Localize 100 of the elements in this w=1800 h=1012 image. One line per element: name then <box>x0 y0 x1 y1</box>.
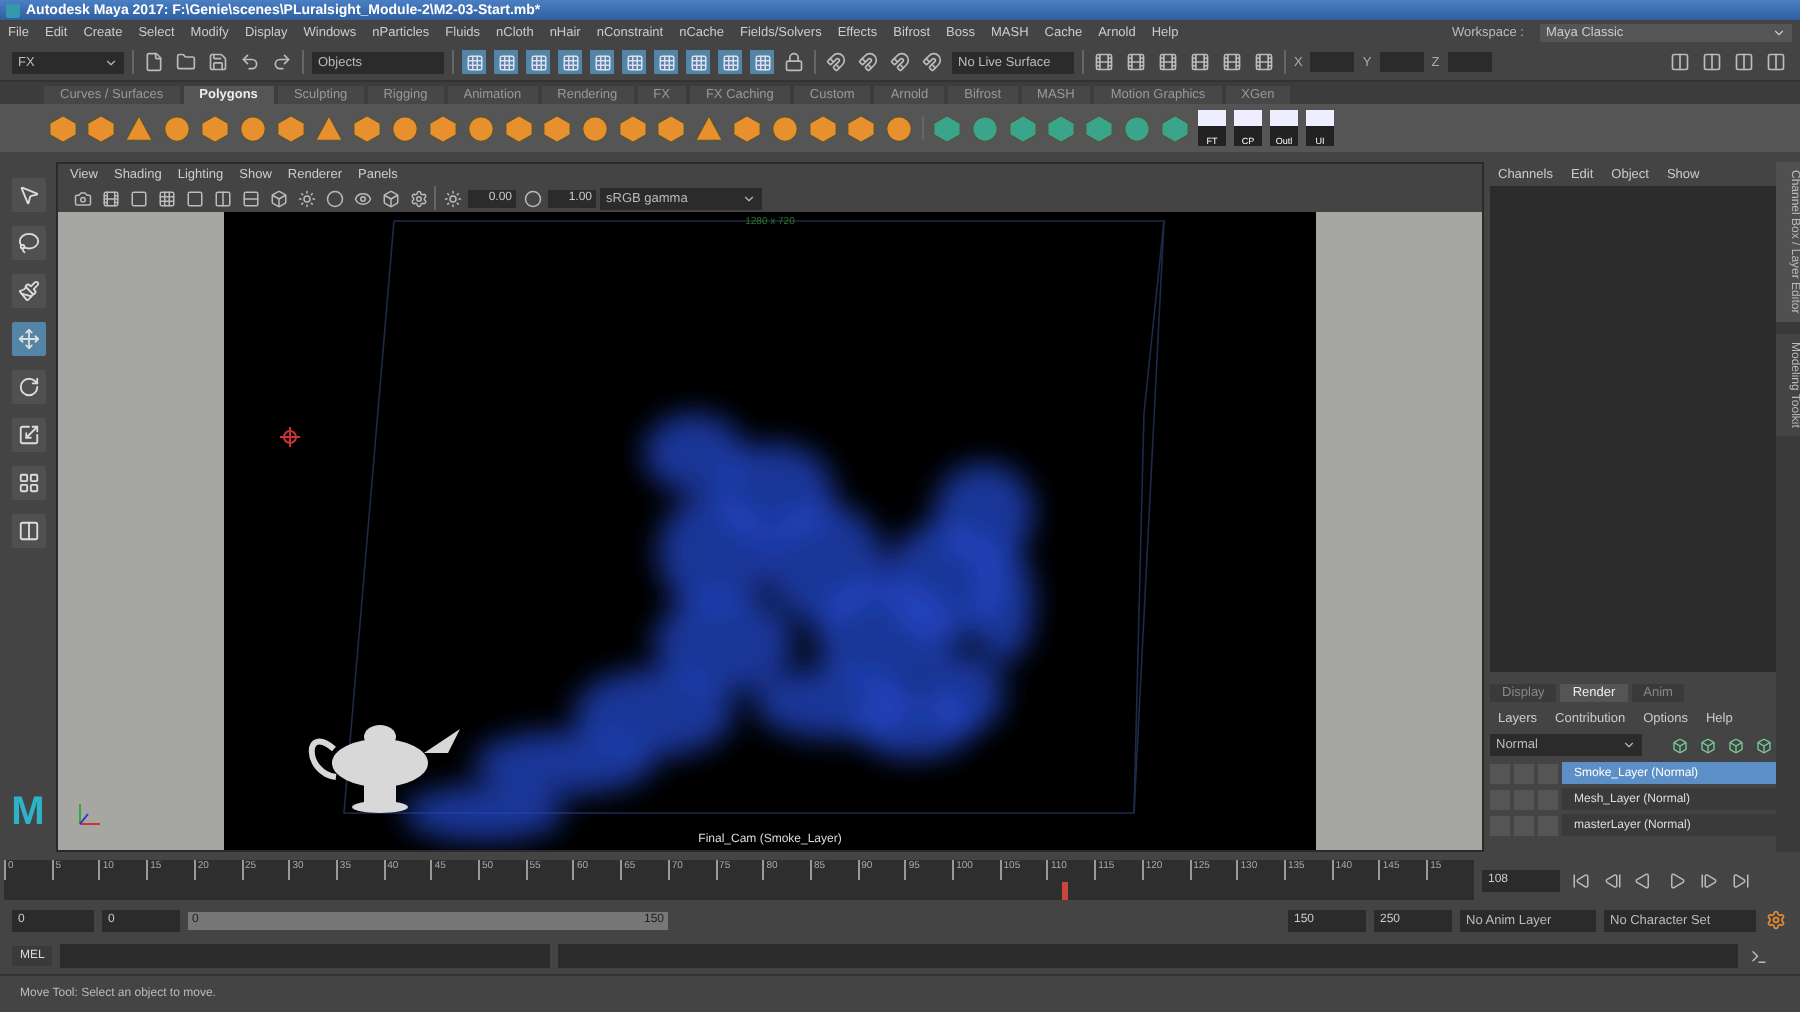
sphere-icon[interactable] <box>162 113 192 143</box>
layer-action-icon[interactable] <box>1696 734 1720 758</box>
selection-mask-icon[interactable] <box>494 50 518 74</box>
layer-action-icon[interactable] <box>1724 734 1748 758</box>
cube-icon[interactable] <box>48 113 78 143</box>
viewport-tool-icon[interactable] <box>406 186 430 210</box>
step-back-icon[interactable] <box>1600 868 1624 892</box>
scale-icon[interactable] <box>11 418 45 452</box>
cube-icon[interactable] <box>542 113 572 143</box>
rotate-icon[interactable] <box>11 370 45 404</box>
viewport-tool-icon[interactable] <box>154 186 178 210</box>
command-field[interactable] <box>60 944 551 968</box>
panel-toggle-icon[interactable] <box>1764 50 1788 74</box>
sphere-icon[interactable] <box>770 113 800 143</box>
axis-icon <box>74 802 102 830</box>
maya-logo: M <box>11 790 45 836</box>
redo-icon[interactable] <box>270 50 294 74</box>
playhead[interactable] <box>1062 882 1069 900</box>
cube-icon[interactable] <box>352 113 382 143</box>
layout-grid-icon[interactable] <box>11 466 45 500</box>
sphere-icon[interactable] <box>884 113 914 143</box>
crosshair-icon <box>279 426 301 448</box>
cube-icon[interactable] <box>732 113 762 143</box>
viewport-tool-icon[interactable] <box>98 186 122 210</box>
coordinate-field[interactable] <box>1310 52 1355 72</box>
panel-toggle-icon[interactable] <box>1668 50 1692 74</box>
selection-mask-icon[interactable] <box>622 50 646 74</box>
snap-icon[interactable] <box>824 50 848 74</box>
lasso-icon[interactable] <box>11 226 45 260</box>
coordinate-field[interactable] <box>1447 52 1492 72</box>
viewport-tool-icon[interactable] <box>210 186 234 210</box>
layer-action-icon[interactable] <box>1668 734 1692 758</box>
undo-icon[interactable] <box>238 50 262 74</box>
paintbrush-icon[interactable] <box>11 274 45 308</box>
chevron-down-icon <box>1622 738 1636 752</box>
chevron-down-icon <box>1772 25 1786 39</box>
move-icon[interactable] <box>11 322 45 356</box>
viewport-tool-icon[interactable] <box>126 186 150 210</box>
snap-icon[interactable] <box>888 50 912 74</box>
selection-mask-icon[interactable] <box>686 50 710 74</box>
panel-toggle-icon[interactable] <box>1700 50 1724 74</box>
cube-icon[interactable] <box>1008 113 1038 143</box>
sphere-icon[interactable] <box>390 113 420 143</box>
app-icon <box>6 3 20 17</box>
cube-icon[interactable] <box>932 113 962 143</box>
render-icon[interactable] <box>1092 50 1116 74</box>
render-icon[interactable] <box>1156 50 1180 74</box>
skip-forward-icon[interactable] <box>1728 868 1752 892</box>
cube-icon[interactable] <box>656 113 686 143</box>
sphere-icon[interactable] <box>238 113 268 143</box>
render-icon[interactable] <box>1124 50 1148 74</box>
viewport-tool-icon[interactable] <box>238 186 262 210</box>
cone-icon[interactable] <box>314 113 344 143</box>
viewport-tool-icon[interactable] <box>322 186 346 210</box>
render-icon[interactable] <box>1252 50 1276 74</box>
layout-columns-icon[interactable] <box>11 514 45 548</box>
cone-icon[interactable] <box>694 113 724 143</box>
snap-icon[interactable] <box>856 50 880 74</box>
cube-icon[interactable] <box>1046 113 1076 143</box>
cube-icon[interactable] <box>808 113 838 143</box>
selection-mask-icon[interactable] <box>654 50 678 74</box>
cube-icon[interactable] <box>1160 113 1190 143</box>
cube-icon[interactable] <box>428 113 458 143</box>
sphere-icon[interactable] <box>580 113 610 143</box>
render-icon[interactable] <box>1220 50 1244 74</box>
viewport-tool-icon[interactable] <box>378 186 402 210</box>
cube-icon[interactable] <box>1084 113 1114 143</box>
coordinate-field[interactable] <box>1379 52 1424 72</box>
viewport-tool-icon[interactable] <box>182 186 206 210</box>
skip-back-icon[interactable] <box>1568 868 1592 892</box>
cube-icon[interactable] <box>618 113 648 143</box>
snap-icon[interactable] <box>920 50 944 74</box>
render-icon[interactable] <box>1188 50 1212 74</box>
save-icon[interactable] <box>206 50 230 74</box>
selection-mask-icon[interactable] <box>718 50 742 74</box>
folder-icon[interactable] <box>174 50 198 74</box>
cube-icon[interactable] <box>86 113 116 143</box>
sphere-icon[interactable] <box>970 113 1000 143</box>
sphere-icon[interactable] <box>1122 113 1152 143</box>
sphere-icon[interactable] <box>466 113 496 143</box>
cone-icon[interactable] <box>124 113 154 143</box>
viewport-tool-icon[interactable] <box>266 186 290 210</box>
selection-mask-icon[interactable] <box>526 50 550 74</box>
selection-mask-icon[interactable] <box>750 50 774 74</box>
settings-icon[interactable] <box>1764 908 1788 932</box>
panel-toggle-icon[interactable] <box>1732 50 1756 74</box>
viewport-tool-icon[interactable] <box>70 186 94 210</box>
cube-icon[interactable] <box>846 113 876 143</box>
lock-icon[interactable] <box>782 50 806 74</box>
new-file-icon[interactable] <box>142 50 166 74</box>
selection-mask-icon[interactable] <box>462 50 486 74</box>
selection-mask-icon[interactable] <box>558 50 582 74</box>
cube-icon[interactable] <box>504 113 534 143</box>
cube-icon[interactable] <box>276 113 306 143</box>
gamma-icon <box>520 186 544 210</box>
chevron-down-icon <box>104 55 118 69</box>
cube-icon[interactable] <box>200 113 230 143</box>
selection-mask-icon[interactable] <box>590 50 614 74</box>
step-forward-icon[interactable] <box>1696 868 1720 892</box>
layer-action-icon[interactable] <box>1752 734 1776 758</box>
